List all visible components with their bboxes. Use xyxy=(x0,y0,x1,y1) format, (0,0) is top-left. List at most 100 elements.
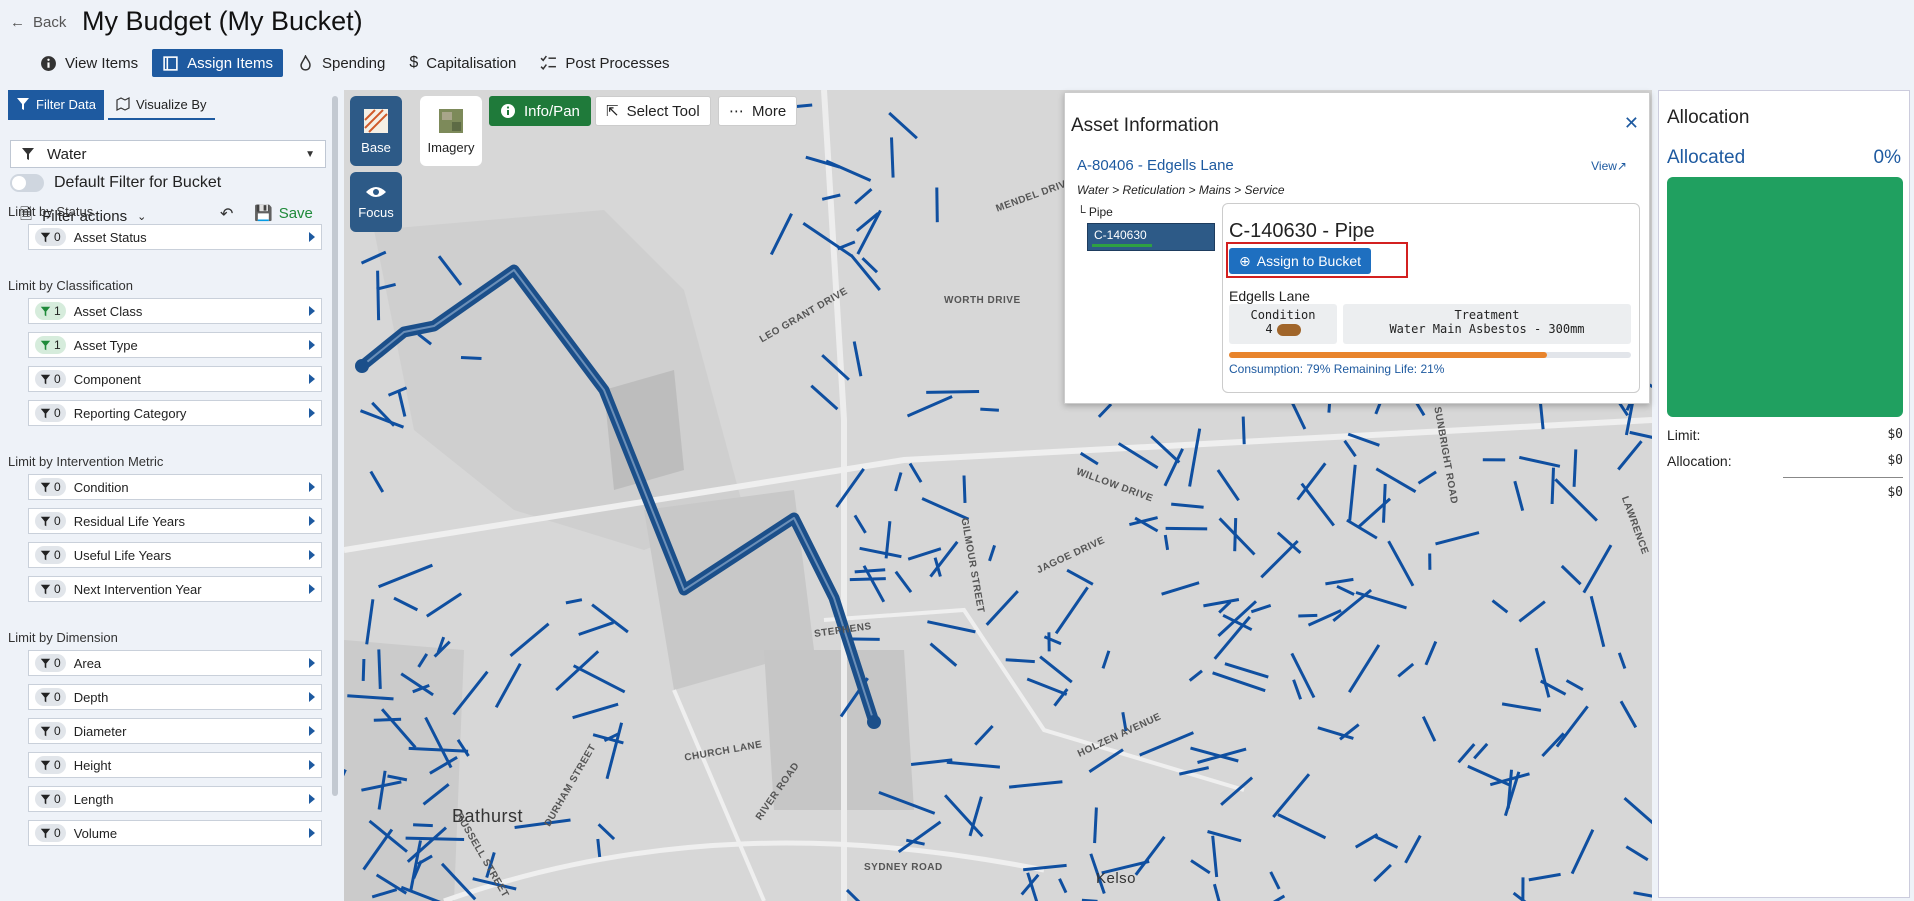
pipe-segment xyxy=(854,568,886,574)
filter-row-label: Length xyxy=(73,791,114,807)
tab-post-processes[interactable]: Post Processes xyxy=(530,49,679,77)
caret-right-icon xyxy=(309,306,315,316)
pipe-segment xyxy=(377,649,382,689)
imagery-layer-button[interactable]: Imagery xyxy=(420,96,482,166)
filter-count: 0 xyxy=(54,690,61,704)
focus-button[interactable]: Focus xyxy=(350,172,402,232)
tab-view-items[interactable]: View Items xyxy=(30,49,148,77)
funnel-icon xyxy=(40,760,51,770)
total-divider xyxy=(1783,477,1903,478)
filter-row[interactable]: 0 Depth xyxy=(28,684,322,710)
funnel-icon xyxy=(40,658,51,668)
pipe-segment xyxy=(1572,449,1578,487)
ellipsis-icon: ⋯ xyxy=(729,103,744,120)
funnel-icon xyxy=(40,232,51,242)
filter-row-label: Volume xyxy=(73,825,118,841)
default-filter-toggle[interactable] xyxy=(10,174,44,192)
filter-count: 1 xyxy=(54,304,61,318)
pipe-segment xyxy=(596,838,602,858)
filter-count-badge: 0 xyxy=(35,546,66,564)
filter-row[interactable]: 0 Height xyxy=(28,752,322,778)
consumption-bar xyxy=(1229,352,1631,358)
caret-right-icon xyxy=(309,232,315,242)
limit-row: Limit: $0 xyxy=(1667,427,1903,443)
filter-count-badge: 0 xyxy=(35,512,66,530)
funnel-icon xyxy=(40,516,51,526)
filter-row[interactable]: 0 Area xyxy=(28,650,322,676)
pipe-segment xyxy=(1093,807,1098,844)
asset-link[interactable]: A-80406 - Edgells Lane xyxy=(1077,157,1234,174)
chevron-down-icon: ⌄ xyxy=(137,211,147,223)
filter-count-badge: 0 xyxy=(35,228,66,246)
caret-right-icon xyxy=(309,726,315,736)
filter-row[interactable]: 0 Volume xyxy=(28,820,322,846)
funnel-icon xyxy=(40,726,51,736)
more-button[interactable]: ⋯ More xyxy=(718,96,798,126)
floppy-icon: 💾 xyxy=(254,205,273,222)
filter-row[interactable]: 0 Diameter xyxy=(28,718,322,744)
filter-count: 0 xyxy=(54,230,61,244)
tab-filter-data[interactable]: Filter Data xyxy=(8,90,104,120)
tab-visualize-by[interactable]: Visualize By xyxy=(107,90,215,120)
filter-panel-tabs: Filter Data Visualize By xyxy=(8,90,215,120)
filter-row[interactable]: 0 Asset Status xyxy=(28,224,322,250)
filter-row-label: Area xyxy=(73,655,102,671)
funnel-icon xyxy=(22,148,34,160)
page-title: My Budget (My Bucket) xyxy=(82,6,363,36)
filter-row-label: Asset Class xyxy=(73,303,143,319)
imagery-icon xyxy=(439,108,463,133)
consumption-bar-fill xyxy=(1229,352,1547,358)
filter-count-badge: 0 xyxy=(35,478,66,496)
filter-row[interactable]: 0 Residual Life Years xyxy=(28,508,322,534)
base-map-icon xyxy=(364,108,388,133)
component-card: C-140630 - Pipe ⊕ Assign to Bucket Edgel… xyxy=(1222,203,1640,393)
filter-select[interactable]: Water ▼ xyxy=(10,140,326,168)
arrow-left-icon: ← xyxy=(10,14,25,31)
tab-capitalisation[interactable]: $ Capitalisation xyxy=(399,49,526,77)
pipe-segment xyxy=(1550,467,1555,505)
filter-row[interactable]: 0 Useful Life Years xyxy=(28,542,322,568)
filter-count: 0 xyxy=(54,792,61,806)
filter-row[interactable]: 0 Reporting Category xyxy=(28,400,322,426)
asset-info-heading: Asset Information xyxy=(1071,115,1219,136)
panel-scrollbar[interactable] xyxy=(332,96,338,796)
filter-count: 0 xyxy=(54,514,61,528)
pipe-segment xyxy=(935,187,939,223)
chevron-down-icon: ▼ xyxy=(305,148,315,160)
filter-row[interactable]: 0 Component xyxy=(28,366,322,392)
base-layer-button[interactable]: Base xyxy=(350,96,402,166)
info-pan-button[interactable]: Info/Pan xyxy=(489,96,591,126)
funnel-icon xyxy=(40,794,51,804)
pipe-segment xyxy=(373,717,402,722)
caret-right-icon xyxy=(309,692,315,702)
filter-row[interactable]: 0 Condition xyxy=(28,474,322,500)
pipe-tree-label: └ Pipe xyxy=(1077,205,1113,219)
allocation-row: Allocation: $0 xyxy=(1667,453,1903,469)
caret-right-icon xyxy=(309,340,315,350)
filter-row[interactable]: 0 Next Intervention Year xyxy=(28,576,322,602)
filter-count-badge: 1 xyxy=(35,336,66,354)
save-button[interactable]: 💾 Save xyxy=(254,204,313,223)
tab-spending[interactable]: Spending xyxy=(287,49,395,77)
filter-row-label: Useful Life Years xyxy=(73,547,172,563)
select-tool-button[interactable]: ⇱ Select Tool xyxy=(595,96,711,126)
allocated-label: Allocated xyxy=(1667,147,1746,168)
top-bar: ← Back My Budget (My Bucket) View Items … xyxy=(0,0,1914,90)
undo-icon[interactable]: ↶ xyxy=(220,204,233,224)
view-link[interactable]: View↗ xyxy=(1591,159,1627,173)
close-icon[interactable]: ✕ xyxy=(1624,113,1639,134)
component-chip[interactable]: C-140630 xyxy=(1087,223,1215,251)
tab-assign-items[interactable]: Assign Items xyxy=(152,49,283,77)
back-button[interactable]: ← Back xyxy=(10,14,66,31)
funnel-icon xyxy=(40,340,51,350)
filter-row[interactable]: 0 Length xyxy=(28,786,322,812)
caret-right-icon xyxy=(309,760,315,770)
filter-count-badge: 0 xyxy=(35,580,66,598)
filter-count-badge: 0 xyxy=(35,688,66,706)
info-icon xyxy=(41,55,56,71)
pipe-segment xyxy=(890,137,895,178)
filter-row[interactable]: 1 Asset Type xyxy=(28,332,322,358)
total-row: $0 xyxy=(1887,485,1903,500)
filter-row[interactable]: 1 Asset Class xyxy=(28,298,322,324)
filter-row-label: Asset Status xyxy=(73,229,147,245)
